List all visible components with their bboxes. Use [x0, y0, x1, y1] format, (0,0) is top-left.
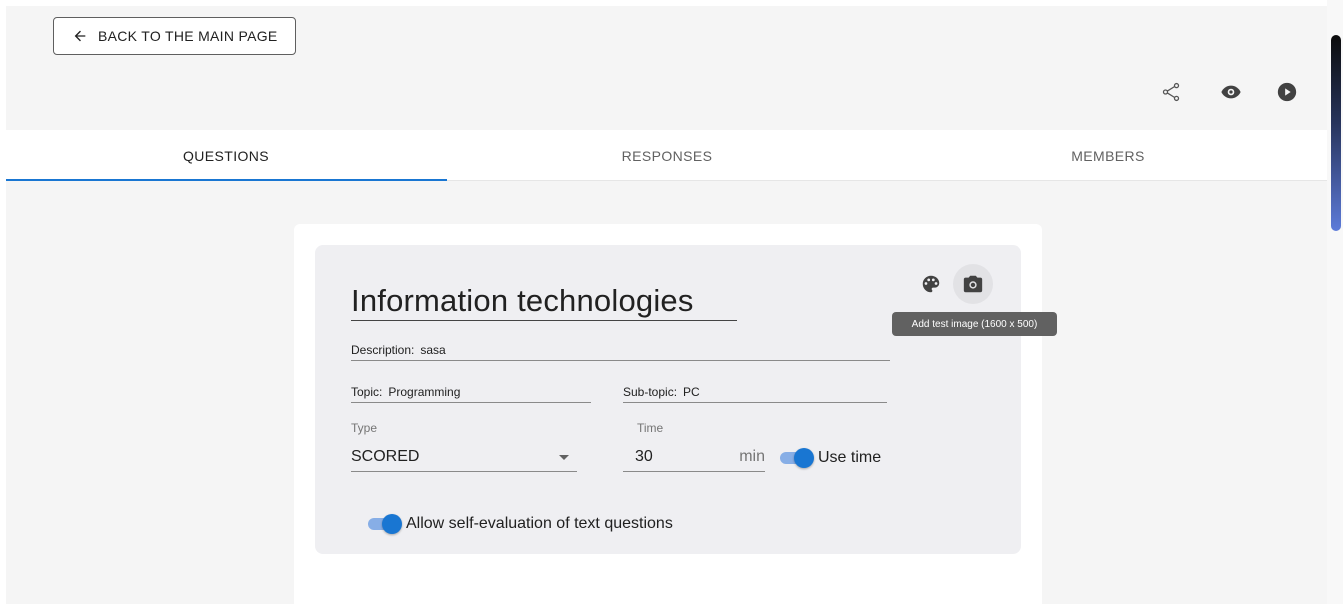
- topic-value: Programming: [388, 385, 461, 399]
- time-value: 30: [635, 447, 653, 465]
- header-actions: [1127, 78, 1327, 108]
- add-image-tooltip: Add test image (1600 x 500): [892, 312, 1057, 336]
- back-to-main-button[interactable]: BACK TO THE MAIN PAGE: [53, 17, 296, 55]
- self-evaluation-switch-knob: [382, 514, 402, 534]
- camera-icon[interactable]: [953, 264, 993, 304]
- back-button-label: BACK TO THE MAIN PAGE: [98, 28, 278, 44]
- test-settings-form: Information technologies Description: sa…: [315, 245, 1021, 554]
- type-label: Type: [351, 421, 378, 435]
- tab-bar: QUESTIONS RESPONSES MEMBERS: [6, 130, 1327, 181]
- time-unit: min: [739, 447, 765, 465]
- use-time-label: Use time: [818, 449, 882, 466]
- subtopic-value: PC: [683, 385, 700, 399]
- description-label: Description:: [351, 343, 415, 357]
- eye-icon[interactable]: [1217, 78, 1245, 106]
- self-evaluation-switch[interactable]: [368, 514, 402, 534]
- tab-questions[interactable]: QUESTIONS: [6, 130, 446, 181]
- active-tab-indicator: [6, 179, 447, 181]
- description-value: sasa: [420, 343, 446, 357]
- subtopic-field[interactable]: Sub-topic: PC: [623, 383, 887, 403]
- time-label: Time: [637, 421, 664, 435]
- time-input[interactable]: 30 min: [623, 442, 765, 472]
- type-select[interactable]: SCORED: [351, 442, 577, 472]
- page: BACK TO THE MAIN PAGE QUESTIONS RESPONSE…: [6, 6, 1327, 604]
- share-icon[interactable]: [1157, 78, 1185, 106]
- description-field[interactable]: Description: sasa: [351, 341, 890, 361]
- subtopic-label: Sub-topic:: [623, 385, 678, 399]
- use-time-switch-knob: [794, 448, 814, 468]
- tab-members[interactable]: MEMBERS: [888, 130, 1327, 181]
- play-icon[interactable]: [1273, 78, 1301, 106]
- scrollbar-thumb[interactable]: [1331, 35, 1341, 231]
- self-evaluation-label: Allow self-evaluation of text questions: [406, 515, 673, 532]
- use-time-toggle[interactable]: Use time: [780, 448, 882, 468]
- topic-label: Topic:: [351, 385, 383, 399]
- test-title-input[interactable]: Information technologies: [351, 281, 737, 321]
- palette-icon[interactable]: [911, 264, 951, 304]
- self-evaluation-toggle[interactable]: Allow self-evaluation of text questions: [368, 514, 673, 534]
- use-time-switch[interactable]: [780, 448, 814, 468]
- tab-responses[interactable]: RESPONSES: [447, 130, 887, 181]
- arrow-left-icon: [74, 30, 86, 42]
- vertical-scrollbar[interactable]: [1327, 0, 1343, 604]
- type-select-value: SCORED: [351, 447, 420, 465]
- header: BACK TO THE MAIN PAGE: [6, 6, 1327, 130]
- topic-field[interactable]: Topic: Programming: [351, 383, 591, 403]
- test-settings-card: Information technologies Description: sa…: [294, 224, 1042, 604]
- dropdown-arrow-icon: [559, 455, 569, 460]
